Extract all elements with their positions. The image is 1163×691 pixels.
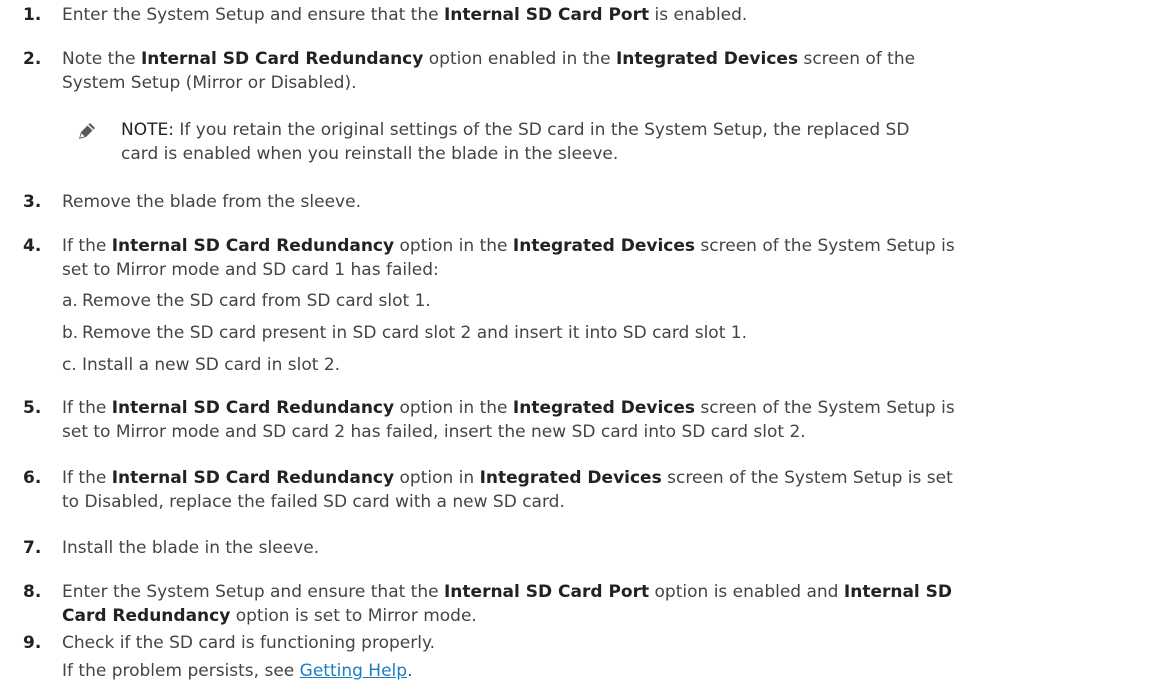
text-run: option in the	[394, 236, 513, 256]
step-number: 4.	[23, 236, 42, 256]
bold-term: Internal SD	[843, 582, 953, 602]
text-run: option enabled in the	[423, 49, 616, 69]
step-number: 1.	[23, 5, 42, 25]
substep-letter: b.	[62, 323, 79, 343]
step-number: 7.	[23, 538, 42, 558]
getting-help-link[interactable]: Getting Help	[300, 661, 407, 681]
note-label: NOTE:	[121, 120, 174, 140]
step-3: 3. Remove the blade from the sleeve.	[23, 190, 1153, 214]
step-9: 9. Check if the SD card is functioning p…	[23, 631, 1153, 683]
step-text: Remove the blade from the sleeve.	[62, 192, 361, 212]
bold-term: Internal SD Card Redundancy	[111, 468, 395, 488]
bold-term: Card Redundancy	[62, 606, 231, 626]
step-number: 2.	[23, 49, 42, 69]
text-run: option is enabled and	[649, 582, 844, 602]
step-text-continued: Card Redundancy option is set to Mirror …	[62, 604, 1153, 628]
substep-b: b. Remove the SD card present in SD card …	[62, 321, 747, 345]
text-run: option in the	[394, 398, 513, 418]
step-5: 5. If the Internal SD Card Redundancy op…	[23, 396, 1153, 444]
text-run: option in	[394, 468, 480, 488]
substep-a: a. Remove the SD card from SD card slot 1…	[62, 289, 431, 313]
step-number: 8.	[23, 582, 42, 602]
step-text: Note the Internal SD Card Redundancy opt…	[62, 47, 1153, 71]
bold-term: Internal SD Card Redundancy	[111, 398, 395, 418]
step-2: 2. Note the Internal SD Card Redundancy …	[23, 47, 1153, 95]
step-text-continued: to Disabled, replace the failed SD card …	[62, 492, 565, 512]
pencil-note-icon	[77, 121, 97, 141]
step-text: If the Internal SD Card Redundancy optio…	[62, 466, 1153, 490]
step-1: 1. Enter the System Setup and ensure tha…	[23, 3, 1153, 27]
step-text-continued: If the problem persists, see Getting Hel…	[62, 659, 1153, 683]
bold-term: Internal SD Card Port	[443, 582, 650, 602]
text-run: screen of the System Setup is	[695, 398, 955, 418]
bold-term: Integrated Devices	[615, 49, 799, 69]
substep-text: Install a new SD card in slot 2.	[82, 355, 341, 375]
step-number: 3.	[23, 192, 42, 212]
bold-term: Integrated Devices	[512, 236, 696, 256]
step-text-continued: System Setup (Mirror or Disabled).	[62, 73, 357, 93]
step-text: Enter the System Setup and ensure that t…	[62, 580, 1153, 604]
text-run: Enter the System Setup and ensure that t…	[62, 582, 444, 602]
text-run: Note the	[62, 49, 141, 69]
bold-term: Internal SD Card Redundancy	[111, 236, 395, 256]
note-text-continued: card is enabled when you reinstall the b…	[121, 144, 619, 164]
step-text-continued: set to Mirror mode and SD card 2 has fai…	[62, 422, 806, 442]
substep-text: Remove the SD card from SD card slot 1.	[82, 291, 431, 311]
step-text: Install the blade in the sleeve.	[62, 538, 320, 558]
text-run: option is set to Mirror mode.	[230, 606, 477, 626]
text-run: If you retain the original settings of t…	[173, 120, 910, 140]
step-number: 6.	[23, 468, 42, 488]
step-7: 7. Install the blade in the sleeve.	[23, 536, 1153, 560]
step-6: 6. If the Internal SD Card Redundancy op…	[23, 466, 1153, 514]
note-box: NOTE: If you retain the original setting…	[73, 118, 1153, 166]
substep-c: c. Install a new SD card in slot 2.	[62, 353, 340, 377]
step-number: 5.	[23, 398, 42, 418]
substep-letter: a.	[62, 291, 78, 311]
text-run: If the problem persists, see	[62, 661, 300, 681]
step-text: If the Internal SD Card Redundancy optio…	[62, 234, 1153, 258]
bold-term: Internal SD Card Redundancy	[140, 49, 424, 69]
substep-letter: c.	[62, 355, 77, 375]
bold-term: Internal SD Card Port	[443, 5, 650, 25]
step-text: If the Internal SD Card Redundancy optio…	[62, 396, 1153, 420]
text-run: If the	[62, 398, 112, 418]
step-4: 4. If the Internal SD Card Redundancy op…	[23, 234, 1153, 282]
text-run: If the	[62, 468, 112, 488]
text-run: screen of the	[798, 49, 916, 69]
bold-term: Integrated Devices	[479, 468, 662, 488]
text-run: If the	[62, 236, 112, 256]
text-run: is enabled.	[649, 5, 748, 25]
step-8: 8. Enter the System Setup and ensure tha…	[23, 580, 1153, 628]
note-text: NOTE: If you retain the original setting…	[121, 118, 1153, 142]
bold-term: Integrated Devices	[512, 398, 696, 418]
text-run: .	[407, 661, 413, 681]
step-text: Enter the System Setup and ensure that t…	[62, 3, 1153, 27]
text-run: Enter the System Setup and ensure that t…	[62, 5, 444, 25]
text-run: screen of the System Setup is set	[661, 468, 953, 488]
text-run: screen of the System Setup is	[695, 236, 955, 256]
substep-text: Remove the SD card present in SD card sl…	[82, 323, 747, 343]
step-text-continued: set to Mirror mode and SD card 1 has fai…	[62, 260, 439, 280]
step-number: 9.	[23, 633, 42, 653]
step-text: Check if the SD card is functioning prop…	[62, 633, 435, 653]
